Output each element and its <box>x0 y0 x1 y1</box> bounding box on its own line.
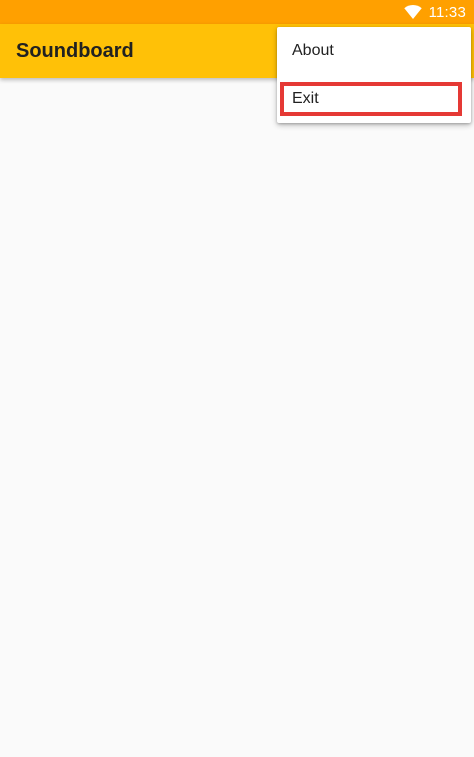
overflow-menu: About Exit <box>277 27 471 123</box>
status-bar: 11:33 <box>0 0 474 24</box>
menu-item-exit-label: Exit <box>292 90 319 107</box>
wifi-icon <box>403 5 422 19</box>
menu-item-about-label: About <box>292 42 334 59</box>
status-time: 11:33 <box>428 3 466 21</box>
menu-item-about[interactable]: About <box>277 27 471 75</box>
status-bar-right: 11:33 <box>403 0 466 24</box>
app-title: Soundboard <box>16 40 134 62</box>
menu-item-exit[interactable]: Exit <box>277 75 471 123</box>
app-screen: 11:33 Soundboard About Exit <box>0 0 474 757</box>
main-content <box>0 78 474 757</box>
